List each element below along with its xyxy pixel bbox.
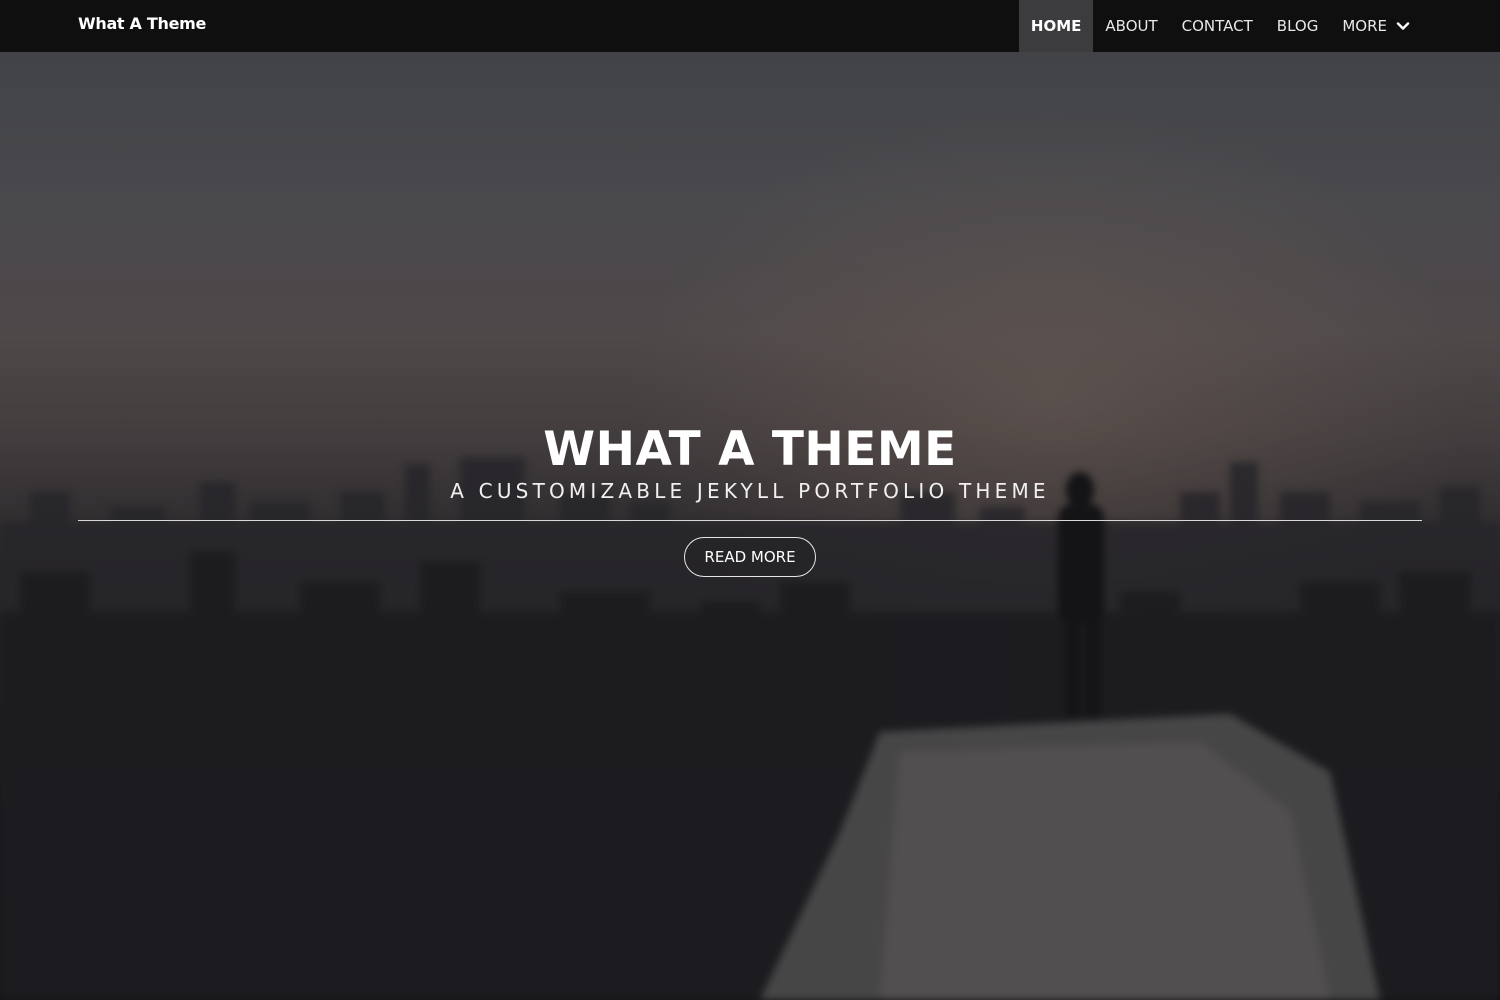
nav-item-contact[interactable]: CONTACT	[1170, 0, 1265, 52]
nav-item-home[interactable]: HOME	[1018, 0, 1094, 52]
nav-menu: HOME ABOUT CONTACT BLOG MORE	[1018, 0, 1422, 52]
nav-item-about[interactable]: ABOUT	[1093, 0, 1169, 52]
chevron-down-icon	[1396, 19, 1410, 33]
hero-title: WHAT A THEME	[543, 422, 957, 477]
read-more-button[interactable]: READ MORE	[684, 537, 816, 577]
hero-content: WHAT A THEME A CUSTOMIZABLE JEKYLL PORTF…	[78, 424, 1422, 577]
nav-item-blog[interactable]: BLOG	[1265, 0, 1331, 52]
hero-section: WHAT A THEME A CUSTOMIZABLE JEKYLL PORTF…	[0, 52, 1500, 1000]
nav-item-more[interactable]: MORE	[1330, 0, 1422, 52]
hero-subtitle: A CUSTOMIZABLE JEKYLL PORTFOLIO THEME	[450, 479, 1050, 503]
nav-item-more-label: MORE	[1342, 17, 1387, 35]
top-navbar: What A Theme HOME ABOUT CONTACT BLOG MOR…	[0, 0, 1500, 52]
brand-link[interactable]: What A Theme	[78, 14, 206, 33]
hero-divider	[78, 520, 1422, 521]
